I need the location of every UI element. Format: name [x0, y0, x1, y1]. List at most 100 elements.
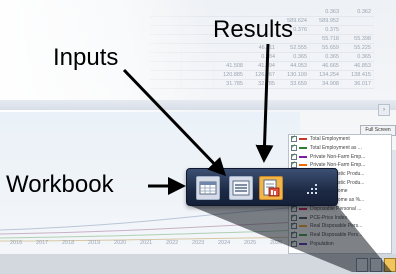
x-axis-tick-label: 2025	[244, 240, 257, 246]
grid-cell[interactable]: 55.398	[341, 34, 374, 44]
grid-cell[interactable]: 33.659	[277, 79, 310, 89]
grid-cell[interactable]: 34.908	[309, 79, 342, 89]
grid-cell[interactable]: 134.254	[309, 70, 342, 80]
grid-cell[interactable]	[181, 43, 214, 53]
legend-item[interactable]: Total Employment	[289, 135, 391, 144]
grid-cell[interactable]: 138.415	[341, 70, 374, 80]
legend-swatch	[299, 216, 307, 219]
bottom-toolbar-mini	[356, 258, 396, 272]
grid-cell[interactable]	[181, 25, 214, 35]
inputs-annotation: Inputs	[53, 44, 119, 71]
grid-cell[interactable]	[150, 25, 182, 35]
grid-cell[interactable]: 589.952	[309, 16, 342, 26]
legend-swatch	[299, 233, 307, 236]
legend-checkbox[interactable]	[291, 213, 297, 221]
grid-cell[interactable]: 46.311	[245, 43, 278, 53]
grid-cell[interactable]	[213, 52, 246, 62]
grid-cell[interactable]	[213, 43, 246, 53]
grid-cell[interactable]	[181, 79, 214, 89]
grid-row: 120.885 126.267 130.109 134.254 138.415	[150, 70, 374, 80]
legend-item[interactable]: Real Disposable Pers...	[289, 231, 391, 240]
grid-cell[interactable]	[150, 34, 182, 44]
legend-label: Disposable Personal ...	[310, 205, 362, 212]
grid-cell[interactable]	[341, 25, 374, 35]
grid-cell[interactable]: 31.785	[213, 79, 246, 89]
x-axis-tick-label: 2016	[10, 240, 23, 246]
grid-cell[interactable]: 0.375	[309, 25, 342, 35]
grid-cell[interactable]: 46.853	[341, 61, 374, 71]
legend-item[interactable]: Real Disposable Pers...	[289, 222, 391, 231]
x-axis-labels: 2016 2017 2018 2019 2020 2021 2022 2023 2024 2025…	[2, 240, 302, 250]
grid-cell[interactable]	[150, 61, 182, 71]
legend-item[interactable]: PCE-Price Index	[289, 213, 391, 222]
legend-checkbox[interactable]	[291, 231, 297, 238]
grid-cell[interactable]: 32.785	[245, 79, 278, 89]
bottom-status-strip	[0, 254, 396, 274]
mini-workbook-icon[interactable]	[356, 258, 368, 272]
grid-cell[interactable]: 44.053	[277, 61, 310, 71]
legend-checkbox[interactable]	[291, 152, 297, 160]
grid-cell[interactable]	[150, 79, 182, 89]
results-icon	[263, 179, 280, 197]
legend-label: Total Employment as ...	[310, 145, 362, 152]
grid-cell[interactable]: 0.365	[277, 52, 310, 62]
legend-checkbox[interactable]	[291, 205, 297, 212]
mini-results-icon[interactable]	[384, 258, 396, 272]
grid-cell[interactable]: 41.494	[245, 61, 278, 71]
results-annotation: Results	[213, 16, 294, 43]
grid-cell[interactable]: 52.555	[277, 43, 310, 53]
grid-cell[interactable]: 0.362	[341, 8, 374, 17]
grid-cell[interactable]: 36.017	[341, 79, 374, 89]
grid-cell[interactable]: 55.225	[341, 43, 374, 53]
legend-swatch	[299, 155, 307, 158]
grid-cell[interactable]	[341, 16, 374, 26]
grid-cell[interactable]	[150, 16, 182, 26]
legend-checkbox[interactable]	[291, 144, 297, 152]
grid-cell[interactable]	[150, 43, 182, 53]
grid-cell[interactable]: 41.508	[213, 61, 246, 71]
x-axis-tick-label: 2023	[192, 240, 205, 246]
scroll-right-arrow-icon[interactable]: ›	[378, 104, 390, 116]
view-toolbar	[186, 168, 338, 206]
legend-item[interactable]: Total Employment as ...	[289, 144, 391, 153]
grid-cell[interactable]	[181, 70, 214, 80]
grid-cell[interactable]: 130.109	[277, 70, 310, 80]
grid-cell[interactable]: 0.365	[309, 52, 342, 62]
x-axis-tick-label: 2017	[36, 240, 49, 246]
grid-cell[interactable]	[181, 52, 214, 62]
grid-cell[interactable]: 0.363	[309, 8, 342, 17]
x-axis-tick-label: 2020	[114, 240, 127, 246]
grid-cell[interactable]	[150, 70, 182, 80]
legend-label: PCE-Price Index	[310, 214, 347, 221]
grid-row: 0.384 0.365 0.365 0.365	[150, 52, 374, 62]
more-options-button[interactable]	[303, 176, 323, 198]
legend-item[interactable]: Population	[289, 239, 391, 248]
workbook-button[interactable]	[196, 176, 220, 200]
grid-cell[interactable]	[181, 34, 214, 44]
more-options-icon	[307, 184, 317, 194]
grid-cell[interactable]	[150, 8, 182, 17]
legend-checkbox[interactable]	[291, 135, 297, 143]
grid-cell[interactable]	[181, 16, 214, 26]
legend-checkbox[interactable]	[291, 222, 297, 230]
grid-cell[interactable]	[181, 8, 214, 17]
grid-cell[interactable]: 46.665	[309, 61, 342, 71]
grid-cell[interactable]: 120.885	[213, 70, 246, 80]
inputs-button[interactable]	[229, 176, 253, 200]
sheet-scroll-band	[0, 100, 396, 110]
grid-cell[interactable]: 0.365	[341, 52, 374, 62]
grid-cell[interactable]: 55.718	[309, 34, 342, 44]
grid-cell[interactable]	[181, 61, 214, 71]
mini-inputs-icon[interactable]	[370, 258, 382, 272]
x-axis-tick-label: 2026	[270, 240, 283, 246]
legend-label: Real Disposable Pers...	[310, 223, 363, 230]
legend-checkbox[interactable]	[291, 239, 297, 247]
legend-item[interactable]: Private Non-Farm Emp...	[289, 152, 391, 161]
results-button[interactable]	[259, 176, 283, 200]
grid-row: 41.508 41.494 44.053 46.665 46.853	[150, 61, 374, 71]
grid-cell[interactable]: 126.267	[245, 70, 278, 80]
grid-row: 31.785 32.785 33.659 34.908 36.017	[150, 79, 374, 89]
grid-cell[interactable]: 0.384	[245, 52, 278, 62]
grid-cell[interactable]	[150, 52, 182, 62]
grid-cell[interactable]: 55.659	[309, 43, 342, 53]
